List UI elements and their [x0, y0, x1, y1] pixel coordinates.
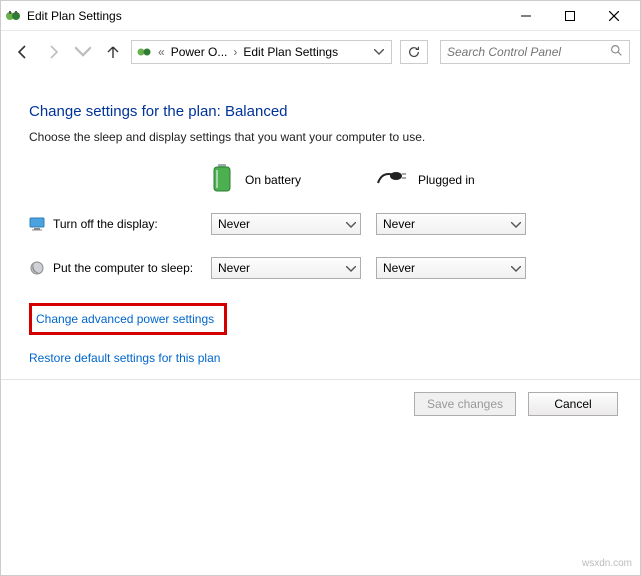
combo-display-battery[interactable]: Never — [211, 213, 361, 235]
battery-icon — [211, 164, 233, 195]
column-plugged-label: Plugged in — [418, 173, 475, 187]
window-title: Edit Plan Settings — [27, 9, 504, 23]
link-change-advanced[interactable]: Change advanced power settings — [36, 312, 214, 326]
combo-sleep-plugged[interactable]: Never — [376, 257, 526, 279]
row-turn-off-display: Turn off the display: Never Never — [29, 213, 616, 235]
chevron-right-icon: › — [231, 45, 239, 59]
titlebar: Edit Plan Settings — [1, 1, 640, 31]
highlight-box: Change advanced power settings — [29, 303, 227, 335]
search-icon — [610, 44, 623, 60]
row-sleep-label-text: Put the computer to sleep: — [53, 261, 193, 275]
navbar: « Power O... › Edit Plan Settings — [1, 31, 640, 73]
moon-icon — [29, 260, 45, 276]
refresh-button[interactable] — [400, 40, 428, 64]
monitor-icon — [29, 216, 45, 232]
forward-button[interactable] — [41, 40, 65, 64]
address-bar[interactable]: « Power O... › Edit Plan Settings — [131, 40, 392, 64]
chevron-down-icon — [346, 261, 356, 275]
watermark: wsxdn.com — [582, 558, 632, 569]
app-icon — [5, 8, 21, 24]
main-content: Change settings for the plan: Balanced C… — [1, 73, 640, 380]
row-put-computer-to-sleep: Put the computer to sleep: Never Never — [29, 257, 616, 279]
maximize-button[interactable] — [548, 2, 592, 30]
column-battery-label: On battery — [245, 173, 301, 187]
breadcrumb-item-edit-plan[interactable]: Edit Plan Settings — [243, 45, 338, 59]
search-box[interactable] — [440, 40, 630, 64]
breadcrumb-item-power-options[interactable]: Power O... — [171, 45, 228, 59]
row-display-label-text: Turn off the display: — [53, 217, 158, 231]
combo-sleep-battery[interactable]: Never — [211, 257, 361, 279]
column-on-battery: On battery — [211, 164, 376, 195]
column-plugged-in: Plugged in — [376, 169, 541, 190]
row-label-sleep: Put the computer to sleep: — [29, 260, 211, 276]
breadcrumb-sep-icon: « — [156, 45, 167, 59]
up-button[interactable] — [101, 40, 125, 64]
back-button[interactable] — [11, 40, 35, 64]
chevron-down-icon — [346, 217, 356, 231]
plug-icon — [376, 169, 406, 190]
chevron-down-icon — [511, 261, 521, 275]
combo-display-battery-value: Never — [218, 217, 250, 231]
search-input[interactable] — [447, 45, 606, 59]
combo-display-plugged-value: Never — [383, 217, 415, 231]
page-title: Change settings for the plan: Balanced — [29, 103, 616, 120]
power-icon — [136, 44, 152, 60]
links-section: Change advanced power settings Restore d… — [29, 303, 616, 365]
recent-dropdown[interactable] — [71, 40, 95, 64]
link-restore-defaults[interactable]: Restore default settings for this plan — [29, 351, 220, 365]
close-button[interactable] — [592, 2, 636, 30]
chevron-down-icon — [511, 217, 521, 231]
combo-sleep-battery-value: Never — [218, 261, 250, 275]
window-controls — [504, 2, 636, 30]
combo-display-plugged[interactable]: Never — [376, 213, 526, 235]
minimize-button[interactable] — [504, 2, 548, 30]
footer: Save changes Cancel — [1, 380, 640, 428]
row-label-display: Turn off the display: — [29, 216, 211, 232]
page-subtitle: Choose the sleep and display settings th… — [29, 130, 616, 144]
columns-header: On battery Plugged in — [29, 164, 616, 195]
save-changes-button[interactable]: Save changes — [414, 392, 516, 416]
address-dropdown-icon[interactable] — [371, 41, 387, 63]
combo-sleep-plugged-value: Never — [383, 261, 415, 275]
cancel-button[interactable]: Cancel — [528, 392, 618, 416]
